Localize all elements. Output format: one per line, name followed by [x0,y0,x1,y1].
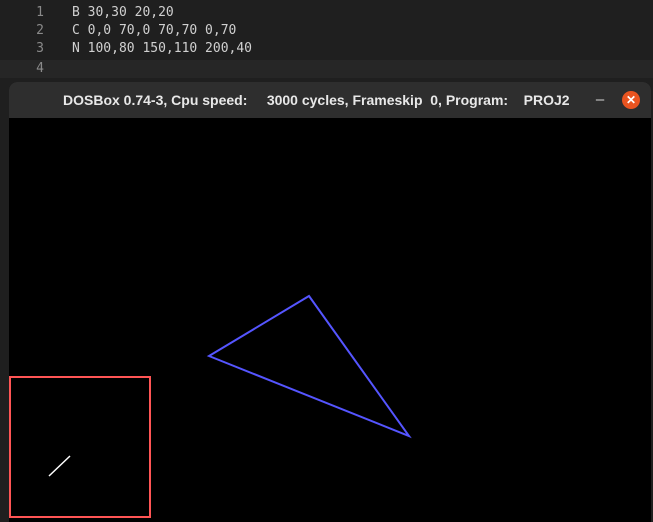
line-number: 1 [36,5,44,20]
line-number: 4 [36,61,44,76]
line-text[interactable]: C 0,0 70,0 70,70 0,70 [72,22,236,40]
close-button[interactable]: ✕ [622,91,640,109]
text-editor[interactable]: 1 B 30,30 20,20 2 C 0,0 70,0 70,70 0,70 … [0,0,653,82]
window-title: DOSBox 0.74-3, Cpu speed: 3000 cycles, F… [63,92,570,108]
dosbox-window[interactable]: DOSBox 0.74-3, Cpu speed: 3000 cycles, F… [9,82,651,522]
minimize-button[interactable]: – [591,89,609,111]
dosbox-screen[interactable] [9,118,651,522]
line-number: 3 [36,41,44,56]
graphics-canvas [9,294,412,518]
editor-line[interactable]: 1 B 30,30 20,20 [0,4,653,22]
line-text[interactable]: B 30,30 20,20 [72,4,174,22]
line-number: 2 [36,23,44,38]
desktop: 1 B 30,30 20,20 2 C 0,0 70,0 70,70 0,70 … [0,0,653,522]
editor-line[interactable]: 2 C 0,0 70,0 70,70 0,70 [0,22,653,40]
drawn-triangle [206,294,412,439]
editor-line[interactable]: 3 N 100,80 150,110 200,40 [0,40,653,58]
window-titlebar[interactable]: DOSBox 0.74-3, Cpu speed: 3000 cycles, F… [9,82,651,118]
editor-line-current[interactable]: 4 [0,60,653,78]
line-text[interactable]: N 100,80 150,110 200,40 [72,40,252,58]
drawn-line [48,455,71,477]
drawn-square [9,376,151,518]
